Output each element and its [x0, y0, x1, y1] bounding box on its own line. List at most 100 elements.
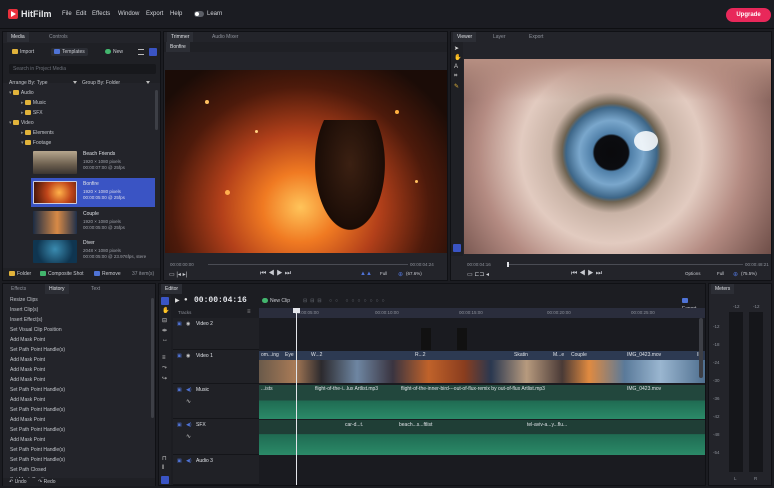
speaker-icon[interactable]: ◀) [186, 458, 192, 464]
tab-media[interactable]: Media [7, 32, 29, 42]
list-view-icon[interactable] [138, 49, 144, 55]
roll-tool-icon[interactable]: ↪ [162, 375, 167, 382]
lock-icon[interactable]: ▣ [177, 353, 182, 359]
timeline-tracks[interactable]: om...ing Eye W...2 R...2 Skatin M...e Co… [259, 308, 705, 485]
trimmer-scrubber[interactable] [208, 264, 408, 265]
track-select-tool-icon[interactable]: ≡ [162, 355, 166, 361]
grid-view-icon[interactable] [149, 48, 157, 56]
undo-button[interactable]: ↶ Undo [6, 478, 30, 486]
speaker-icon[interactable]: ◀) [186, 422, 192, 428]
pen-tool-icon[interactable]: ✎ [454, 83, 459, 90]
select-tool-icon[interactable] [161, 297, 169, 305]
track-header-sfx[interactable]: ▣ ◀) SFX ∿ [173, 419, 259, 455]
tab-editor[interactable]: Editor [161, 284, 183, 294]
history-item[interactable]: Add Mask Point [3, 355, 155, 365]
upgrade-button[interactable]: Upgrade [726, 8, 771, 22]
media-search-input[interactable]: Search in Project Media [9, 64, 156, 74]
history-item[interactable]: Set Path Point Handle(s) [3, 405, 155, 415]
hand-tool-icon[interactable]: ✋ [454, 54, 461, 61]
tree-item-audio[interactable]: ▾ Audio [9, 90, 34, 96]
new-clip-button[interactable]: New Clip [259, 297, 293, 305]
zoom-icon[interactable]: ⊕ [398, 271, 403, 278]
trimmer-in-out-icons[interactable]: ▭ |◂ ▸| [169, 271, 187, 278]
tab-viewer[interactable]: Viewer [453, 32, 477, 42]
history-item[interactable]: Add Mask Point [3, 375, 155, 385]
tab-controls[interactable]: Controls [45, 32, 72, 42]
tab-audio-mixer[interactable]: Audio Mixer [208, 32, 242, 42]
history-item[interactable]: Set Path Point Handle(s) [3, 385, 155, 395]
redo-button[interactable]: ↷ Redo [35, 478, 59, 486]
pause-icon[interactable]: ‖ [162, 465, 164, 471]
history-item[interactable]: Set Path Point Handle(s) [3, 445, 155, 455]
folder-button[interactable]: Folder [6, 270, 34, 278]
zoom-icon[interactable]: ⊕ [733, 271, 738, 278]
tab-layer[interactable]: Layer [489, 32, 510, 42]
timeline-playhead[interactable] [296, 308, 297, 485]
select-tool-icon[interactable]: ➤ [454, 45, 459, 52]
video-2-clip[interactable] [421, 328, 431, 350]
group-by-select[interactable]: Group By: Folder [82, 80, 120, 86]
history-item[interactable]: Resize Clips [3, 295, 155, 305]
link-icon[interactable] [161, 476, 169, 484]
tab-text[interactable]: Text [87, 284, 104, 294]
history-item[interactable]: Insert Effect(s) [3, 315, 155, 325]
media-scrollbar[interactable] [155, 90, 158, 130]
viewer-transport-controls[interactable]: ⏮◀▶⏭ [571, 270, 604, 278]
learn-toggle[interactable] [194, 11, 204, 17]
volume-icon[interactable]: ∿ [186, 398, 191, 405]
crop-tool-icon[interactable]: ⌗ [454, 73, 457, 80]
tab-export[interactable]: Export [525, 32, 547, 42]
history-item[interactable]: Add Mask Point [3, 365, 155, 375]
history-item[interactable]: Add Mask Point [3, 415, 155, 425]
history-item[interactable]: Insert Clip(s) [3, 305, 155, 315]
tab-meters[interactable]: Meters [711, 284, 735, 294]
snap-icon[interactable]: ⊓ [162, 455, 167, 462]
ripple-tool-icon[interactable]: ⤳ [162, 365, 167, 372]
media-item-diver[interactable]: Diver 2048 × 1080 pixels 00:00:05:00 @ 2… [31, 238, 155, 265]
history-item[interactable]: Add Mask Point [3, 335, 155, 345]
video-1-clip-strip[interactable]: om...ing Eye W...2 R...2 Skatin M...e Co… [259, 351, 705, 383]
history-item[interactable]: Set Path Point Handle(s) [3, 455, 155, 465]
tree-item-video[interactable]: ▾ Video [9, 120, 34, 126]
export-button[interactable]: Export [679, 297, 705, 312]
history-item[interactable]: Set Visual Clip Position [3, 325, 155, 335]
lock-icon[interactable]: ▣ [177, 321, 182, 327]
sfx-clip-strip[interactable]: car-d...t. beach...s...ftlist tel-aviv-a… [259, 420, 705, 455]
menu-window[interactable]: Window [118, 11, 139, 17]
timeline-vertical-scrollbar[interactable] [699, 318, 703, 378]
track-header-video-2[interactable]: ▣ ◉ Video 2 [173, 318, 259, 350]
history-item[interactable]: Set Path Closed [3, 465, 155, 475]
snap-tool-icon[interactable] [453, 244, 461, 252]
tab-history[interactable]: History [45, 284, 69, 294]
track-header-music[interactable]: ▣ ◀) Music ∿ [173, 384, 259, 419]
viewer-scrubber[interactable] [507, 264, 743, 265]
rate-stretch-tool-icon[interactable]: ↔ [162, 337, 168, 343]
media-item-beach-friends[interactable]: Beach Friends 1920 × 1080 pixels 00:00:0… [31, 149, 155, 176]
media-item-bonfire[interactable]: Bonfire 1920 × 1080 pixels 00:00:05:00 @… [31, 178, 155, 207]
eye-icon[interactable]: ◉ [186, 353, 190, 359]
arrange-by-select[interactable]: Arrange By: Type [9, 80, 48, 86]
track-header-video-1[interactable]: ▣ ◉ Video 1 [173, 350, 259, 384]
menu-edit[interactable]: Edit [76, 11, 86, 17]
history-scrollbar[interactable] [151, 298, 154, 418]
viewer-options-button[interactable]: Options [685, 271, 701, 276]
lock-icon[interactable]: ▣ [177, 387, 182, 393]
composite-shot-button[interactable]: Composite Shot [37, 270, 87, 278]
track-header-audio-3[interactable]: ▣ ◀) Audio 3 [173, 455, 259, 485]
trimmer-zoom[interactable]: (67.6%) [406, 271, 422, 276]
viewer-full-select[interactable]: Full [717, 271, 724, 276]
viewer-view-icons[interactable]: ▭ ⊏⊐ ◂ [467, 271, 489, 278]
viewer-playhead[interactable] [507, 262, 509, 267]
trimmer-transport-controls[interactable]: ⏮◀▶⏭ [260, 270, 293, 278]
speaker-icon[interactable]: ◀) [186, 387, 192, 393]
lock-icon[interactable]: ▣ [177, 458, 182, 464]
tree-item-music[interactable]: ▸ Music [21, 100, 46, 106]
tree-item-elements[interactable]: ▸ Elements [21, 130, 54, 136]
editor-timecode[interactable]: 00:00:04:16 [194, 296, 247, 305]
trimmer-video-preview[interactable] [165, 70, 447, 253]
media-item-couple[interactable]: Couple 1920 × 1080 pixels 00:00:05:00 @ … [31, 209, 155, 236]
trimmer-full-select[interactable]: Full [380, 271, 387, 276]
history-item[interactable]: Add Mask Point [3, 395, 155, 405]
menu-help[interactable]: Help [170, 11, 182, 17]
remove-button[interactable]: Remove [91, 270, 124, 278]
